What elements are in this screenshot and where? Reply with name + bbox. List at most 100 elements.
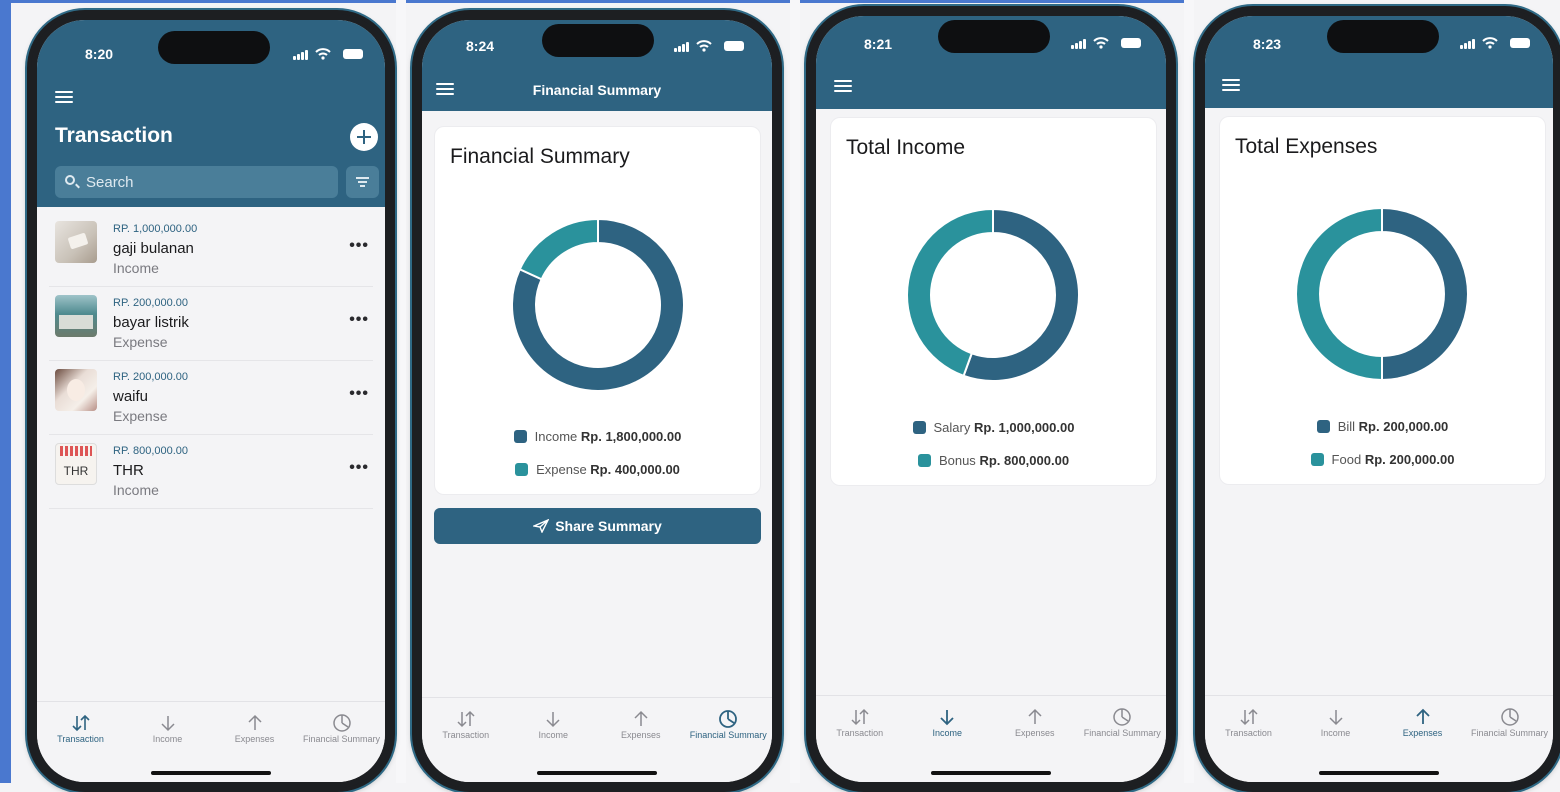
tab-transaction[interactable]: Transaction	[422, 698, 510, 740]
phone-total-income: 8:21 Total Income Salary Rp. 1,000,000.0…	[806, 6, 1176, 792]
tab-bar: Transaction Income Expenses Financial Su…	[422, 697, 772, 782]
summary-donut-chart	[511, 217, 685, 392]
transaction-row[interactable]: THR RP. 800,000.00 THR Income •••	[49, 435, 373, 509]
transaction-row[interactable]: RP. 200,000.00 waifu Expense •••	[49, 361, 373, 435]
filter-button[interactable]	[346, 166, 379, 198]
donut-segment	[905, 207, 994, 378]
transfer-icon	[851, 708, 869, 726]
home-indicator	[931, 771, 1051, 775]
tab-transaction[interactable]: Transaction	[1205, 696, 1292, 738]
card-title: Financial Summary	[450, 145, 630, 168]
add-transaction-button[interactable]	[350, 123, 378, 151]
arrow-down-icon	[546, 712, 560, 728]
transaction-amount: RP. 200,000.00	[113, 371, 189, 383]
phone-transaction: 8:20 Transaction Search RP. 1,000,000.00…	[27, 10, 395, 792]
hamburger-menu-icon[interactable]	[834, 80, 852, 94]
wifi-icon	[1093, 37, 1109, 49]
screen-total-income: 8:21 Total Income Salary Rp. 1,000,000.0…	[816, 16, 1166, 782]
transaction-name: waifu	[113, 388, 149, 405]
legend-item: Income Rp. 1,800,000.00	[435, 429, 760, 444]
legend-swatch	[912, 421, 926, 434]
header: 8:23	[1205, 16, 1553, 108]
tab-expenses[interactable]: Expenses	[211, 702, 298, 744]
hamburger-menu-icon[interactable]	[1222, 79, 1240, 93]
signal-icon	[674, 48, 677, 52]
status-icons	[674, 39, 744, 53]
search-input[interactable]: Search	[55, 166, 338, 198]
tab-financial-summary[interactable]: Financial Summary	[685, 698, 773, 740]
transaction-type: Income	[113, 482, 159, 498]
status-time: 8:23	[1253, 36, 1282, 52]
header: 8:24 Financial Summary	[422, 20, 772, 111]
legend-swatch	[515, 463, 529, 476]
more-options-icon[interactable]: •••	[349, 311, 369, 329]
background-top-strip	[0, 0, 1184, 3]
wifi-icon	[696, 40, 712, 52]
arrow-down-icon	[1328, 710, 1343, 726]
tab-income[interactable]: Income	[124, 702, 211, 744]
transaction-type: Expense	[113, 334, 168, 350]
nav-title: Financial Summary	[532, 82, 662, 98]
share-summary-button[interactable]: Share Summary	[434, 508, 761, 544]
screen-transaction: 8:20 Transaction Search RP. 1,000,000.00…	[37, 20, 385, 782]
transaction-row[interactable]: RP. 200,000.00 bayar listrik Expense •••	[49, 287, 373, 361]
status-time: 8:20	[85, 46, 114, 62]
transaction-row[interactable]: RP. 1,000,000.00 gaji bulanan Income •••	[49, 213, 373, 287]
transaction-list: RP. 1,000,000.00 gaji bulanan Income •••…	[37, 213, 385, 509]
legend-swatch	[1310, 453, 1324, 466]
panel-separator	[1184, 0, 1194, 783]
signal-icon	[1460, 45, 1463, 49]
card-title: Total Expenses	[1235, 135, 1378, 158]
card-title: Total Income	[846, 136, 966, 159]
more-options-icon[interactable]: •••	[349, 459, 369, 477]
transaction-thumbnail: THR	[55, 443, 97, 485]
arrow-down-icon	[940, 710, 954, 726]
tab-income[interactable]: Income	[510, 698, 598, 740]
tab-income[interactable]: Income	[904, 696, 992, 738]
summary-card: Financial Summary Income Rp. 1,800,000.0…	[434, 126, 761, 495]
screen-total-expenses: 8:23 Total Expenses Bill Rp. 200,000.00 …	[1205, 16, 1553, 782]
transfer-icon	[1239, 708, 1258, 726]
more-options-icon[interactable]: •••	[349, 385, 369, 403]
legend-item: Salary Rp. 1,000,000.00	[831, 420, 1156, 435]
legend-item: Food Rp. 200,000.00	[1220, 452, 1545, 467]
transfer-icon	[457, 710, 475, 728]
transaction-name: gaji bulanan	[113, 240, 194, 257]
transaction-thumbnail	[55, 295, 97, 337]
status-time: 8:21	[864, 36, 893, 52]
transaction-amount: RP. 200,000.00	[113, 297, 189, 309]
income-donut-chart	[905, 207, 1080, 382]
status-icons	[1460, 36, 1530, 50]
tab-expenses[interactable]: Expenses	[597, 698, 685, 740]
expenses-donut-chart	[1295, 206, 1469, 382]
transaction-amount: RP. 1,000,000.00	[113, 223, 198, 235]
hamburger-menu-icon[interactable]	[55, 91, 73, 105]
phone-total-expenses: 8:23 Total Expenses Bill Rp. 200,000.00 …	[1195, 6, 1560, 792]
donut-segment	[1381, 206, 1469, 382]
signal-icon	[293, 56, 296, 60]
panel-separator	[396, 0, 406, 783]
more-options-icon[interactable]: •••	[349, 237, 369, 255]
phone-financial-summary: 8:24 Financial Summary Financial Summary…	[412, 10, 782, 792]
tab-bar: Transaction Income Expenses Financial Su…	[816, 695, 1166, 782]
search-placeholder: Search	[86, 174, 134, 191]
battery-icon	[1510, 38, 1530, 48]
tab-expenses[interactable]: Expenses	[991, 696, 1079, 738]
tab-transaction[interactable]: Transaction	[816, 696, 904, 738]
status-icons	[293, 47, 363, 61]
expenses-card: Total Expenses Bill Rp. 200,000.00 Food …	[1219, 116, 1546, 485]
dynamic-island	[938, 20, 1050, 53]
tab-bar: Transaction Income Expenses Financial Su…	[1205, 695, 1553, 782]
tab-transaction[interactable]: Transaction	[37, 702, 124, 744]
arrow-up-icon	[247, 714, 262, 730]
tab-financial-summary[interactable]: Financial Summary	[298, 702, 385, 744]
home-indicator	[151, 771, 271, 775]
legend-item: Bonus Rp. 800,000.00	[831, 453, 1156, 468]
tab-financial-summary[interactable]: Financial Summary	[1079, 696, 1167, 738]
transaction-type: Expense	[113, 408, 168, 424]
transaction-amount: RP. 800,000.00	[113, 445, 189, 457]
dynamic-island	[158, 31, 270, 64]
tab-financial-summary[interactable]: Financial Summary	[1466, 696, 1553, 738]
tab-expenses[interactable]: Expenses	[1379, 696, 1466, 738]
tab-income[interactable]: Income	[1292, 696, 1379, 738]
